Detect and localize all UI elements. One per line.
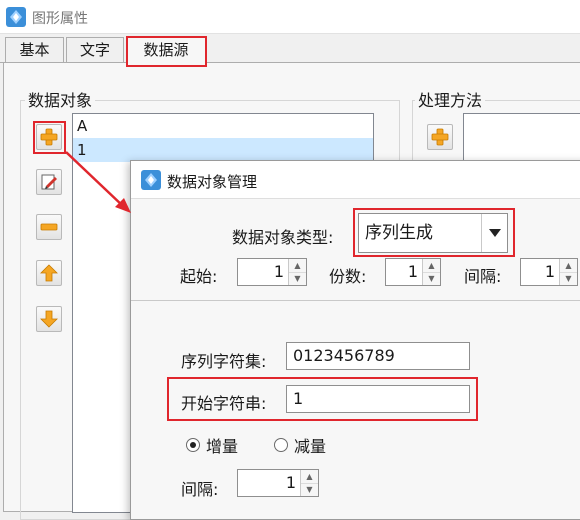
annotation-arrow-icon: [65, 151, 131, 213]
